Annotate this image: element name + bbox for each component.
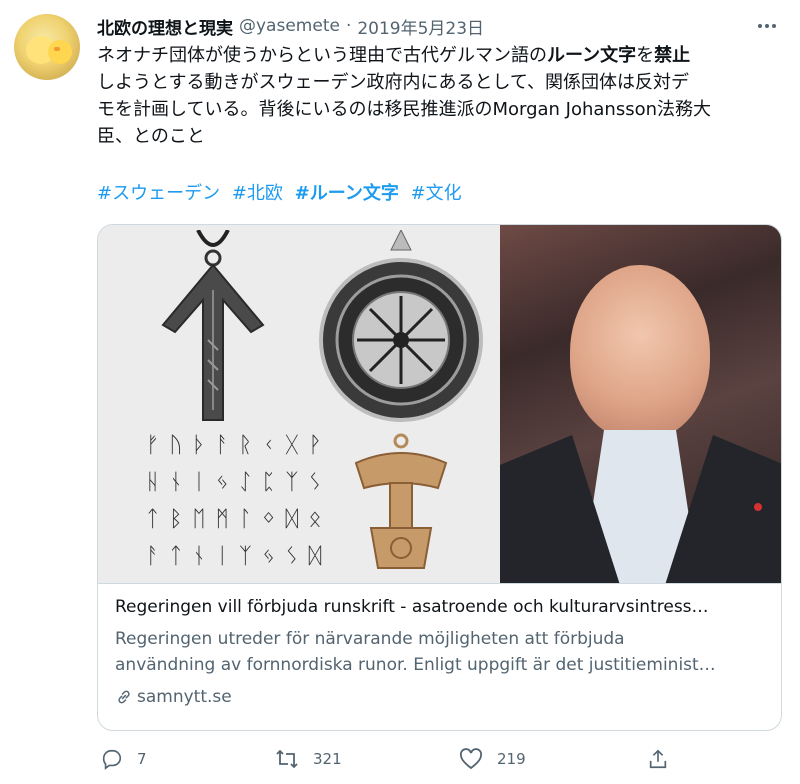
retweet-count: 321 bbox=[313, 750, 342, 768]
card-domain[interactable]: samnytt.se bbox=[115, 684, 232, 710]
tweet-text-line-1: ネオナチ団体が使うからという理由で古代ゲルマン語のルーン文字を禁止 bbox=[97, 45, 691, 66]
rune-alphabet-row: ᚨᛏᚾᛁᛉᛃᛊᛞ bbox=[146, 544, 332, 569]
card-description: Regeringen utreder för närvarande möjlig… bbox=[115, 626, 765, 678]
card-image[interactable]: ᚠᚢᚦᚨᚱᚲᚷᚹ ᚺᚾᛁᛃᛇᛈᛉᛊ ᛏᛒᛖᛗᛚᛜᛞᛟ ᚨᛏᚾᛁᛉᛃᛊᛞ bbox=[98, 225, 781, 583]
chick-beak bbox=[54, 47, 60, 51]
link-icon bbox=[118, 690, 130, 704]
card-title[interactable]: Regeringen vill förbjuda runskrift - asa… bbox=[115, 594, 765, 620]
like-button[interactable]: 219 bbox=[459, 744, 526, 774]
reply-icon bbox=[102, 749, 122, 770]
hashtag-link[interactable]: #北欧 bbox=[232, 183, 283, 204]
card-domain-text: samnytt.se bbox=[137, 687, 232, 707]
hashtag-link[interactable]: #ルーン文字 bbox=[295, 183, 399, 204]
card-description-line: Regeringen utreder för närvarande möjlig… bbox=[115, 629, 625, 649]
hashtag-link[interactable]: #文化 bbox=[411, 183, 462, 204]
like-count: 219 bbox=[497, 750, 526, 768]
heart-icon bbox=[459, 748, 483, 770]
rune-jewelry-image: ᚠᚢᚦᚨᚱᚲᚷᚹ ᚺᚾᛁᛃᛇᛈᛉᛊ ᛏᛒᛖᛗᛚᛜᛞᛟ ᚨᛏᚾᛁᛉᛃᛊᛞ bbox=[98, 225, 500, 583]
photo-pin bbox=[754, 503, 762, 511]
tweet-text-line-3: モを計画している。背後にいるのは移民推進派のMorgan Johansson法務… bbox=[97, 99, 712, 120]
tweet-text: ネオナチ団体が使うからという理由で古代ゲルマン語のルーン文字を禁止 しようとする… bbox=[97, 42, 787, 150]
chick-image bbox=[48, 40, 72, 64]
hashtag-link[interactable]: #スウェーデン bbox=[97, 183, 220, 204]
rune-alphabet-row: ᚠᚢᚦᚨᚱᚲᚷᚹ bbox=[146, 433, 332, 458]
hashtag-list: #スウェーデン #北欧 #ルーン文字 #文化 bbox=[97, 180, 468, 207]
retweet-icon bbox=[276, 749, 298, 769]
tweet-header: 北欧の理想と現実 @yasemete · 2019年5月23日 bbox=[97, 14, 484, 39]
display-name[interactable]: 北欧の理想と現実 bbox=[97, 14, 233, 39]
rune-alphabet-row: ᛏᛒᛖᛗᛚᛜᛞᛟ bbox=[146, 507, 332, 532]
card-description-line: användning av fornnordiska runor. Enligt… bbox=[115, 655, 716, 675]
tiwaz-pendant-image bbox=[161, 230, 265, 421]
tweet-date[interactable]: 2019年5月23日 bbox=[357, 14, 484, 39]
rune-alphabet-row: ᚺᚾᛁᛃᛇᛈᛉᛊ bbox=[146, 470, 332, 495]
user-handle[interactable]: @yasemete bbox=[239, 16, 340, 36]
tweet-text-line-2: しようとする動きがスウェーデン政府内にあるとして、関係団体は反対デ bbox=[97, 72, 690, 93]
vegvisir-pendant-image bbox=[319, 230, 483, 422]
retweet-button[interactable]: 321 bbox=[275, 744, 342, 774]
share-button[interactable] bbox=[647, 744, 683, 774]
tweet-actions: 7 321 219 bbox=[97, 744, 787, 774]
card-info: Regeringen vill förbjuda runskrift - asa… bbox=[98, 583, 781, 730]
link-preview-card[interactable]: ᚠᚢᚦᚨᚱᚲᚷᚹ ᚺᚾᛁᛃᛇᛈᛉᛊ ᛏᛒᛖᛗᛚᛜᛞᛟ ᚨᛏᚾᛁᛉᛃᛊᛞ Rege… bbox=[97, 224, 782, 731]
reply-button[interactable]: 7 bbox=[101, 744, 147, 774]
photo-head bbox=[570, 265, 710, 440]
avatar[interactable] bbox=[14, 14, 80, 80]
tweet-text-line-4: 臣、とのこと bbox=[97, 126, 205, 147]
reply-count: 7 bbox=[137, 750, 147, 768]
separator-dot: · bbox=[345, 16, 352, 36]
minister-photo bbox=[500, 225, 781, 583]
more-options-button[interactable] bbox=[754, 14, 780, 38]
more-horizontal-icon bbox=[758, 24, 776, 28]
share-icon bbox=[649, 749, 667, 769]
mjolnir-pendant-image bbox=[354, 433, 448, 569]
